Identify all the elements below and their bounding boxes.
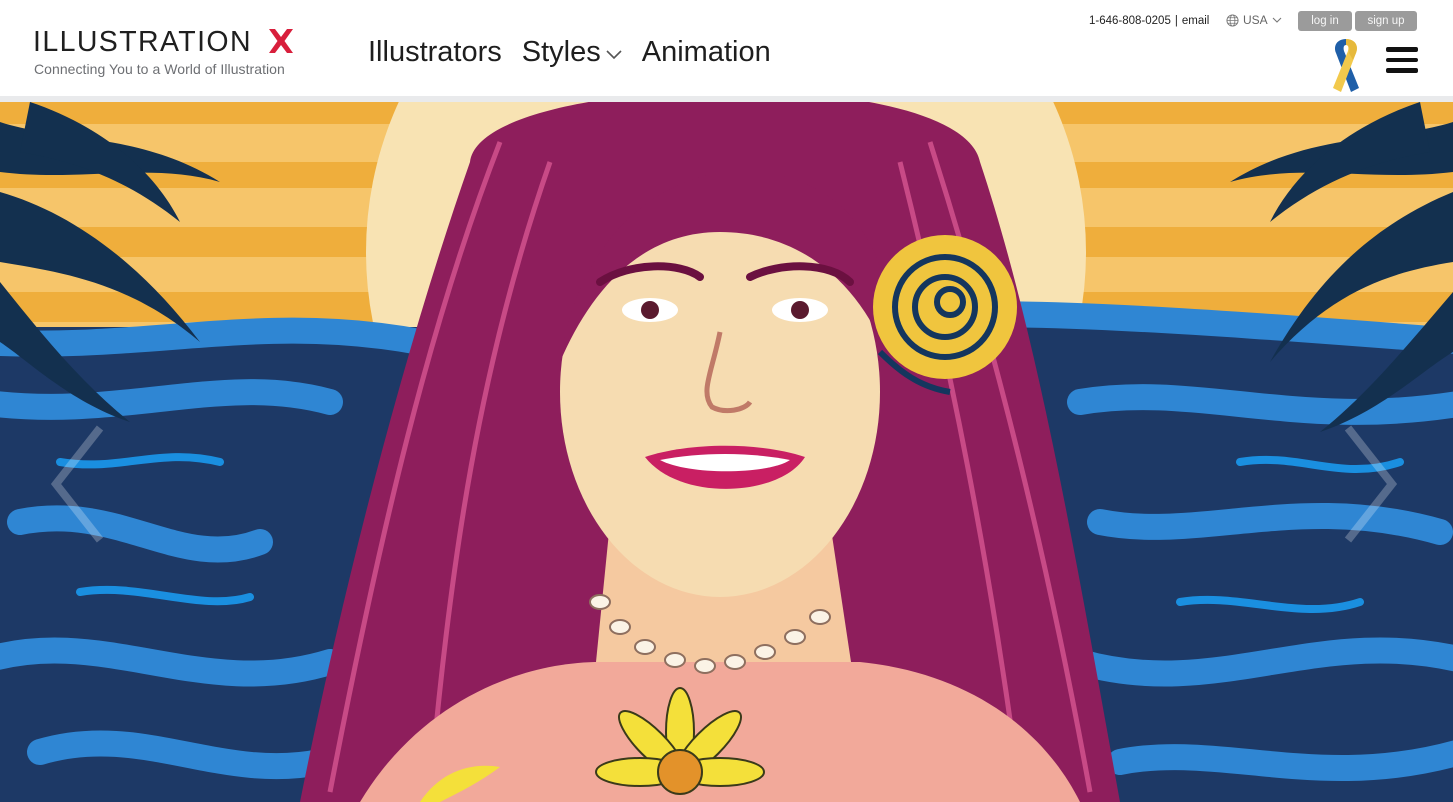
country-label: USA	[1243, 13, 1268, 27]
country-selector[interactable]: USA	[1226, 11, 1282, 29]
logo-x-icon	[269, 29, 293, 53]
nav-styles-label: Styles	[521, 36, 601, 68]
contact-bar: 1-646-808-0205 | email	[1089, 11, 1209, 31]
globe-icon	[1226, 13, 1239, 27]
site-header: ILLUSTRATION Connecting You to a World o…	[0, 0, 1453, 96]
nav-styles[interactable]: Styles	[522, 34, 622, 70]
main-nav: Illustrators Styles Animation	[368, 34, 771, 70]
contact-separator: |	[1174, 15, 1178, 27]
signup-button[interactable]: sign up	[1355, 11, 1417, 31]
nav-illustrators[interactable]: Illustrators	[368, 34, 502, 70]
hero-slider	[0, 102, 1453, 802]
logo-wordmark: ILLUSTRATION	[33, 26, 252, 58]
phone-link[interactable]: 1-646-808-0205	[1089, 15, 1171, 27]
email-link[interactable]: email	[1182, 15, 1209, 27]
chevron-left-icon[interactable]	[48, 424, 108, 544]
hero-slide-image	[0, 102, 1453, 802]
logo-tagline: Connecting You to a World of Illustratio…	[34, 61, 285, 77]
chevron-right-icon[interactable]	[1340, 424, 1400, 544]
hamburger-menu-icon[interactable]	[1386, 47, 1418, 73]
nav-animation[interactable]: Animation	[642, 34, 771, 70]
chevron-down-icon	[606, 50, 622, 60]
login-button[interactable]: log in	[1298, 11, 1352, 31]
awareness-ribbon-icon	[1333, 39, 1359, 92]
site-logo[interactable]: ILLUSTRATION Connecting You to a World o…	[33, 26, 303, 82]
chevron-down-icon	[1272, 17, 1282, 23]
